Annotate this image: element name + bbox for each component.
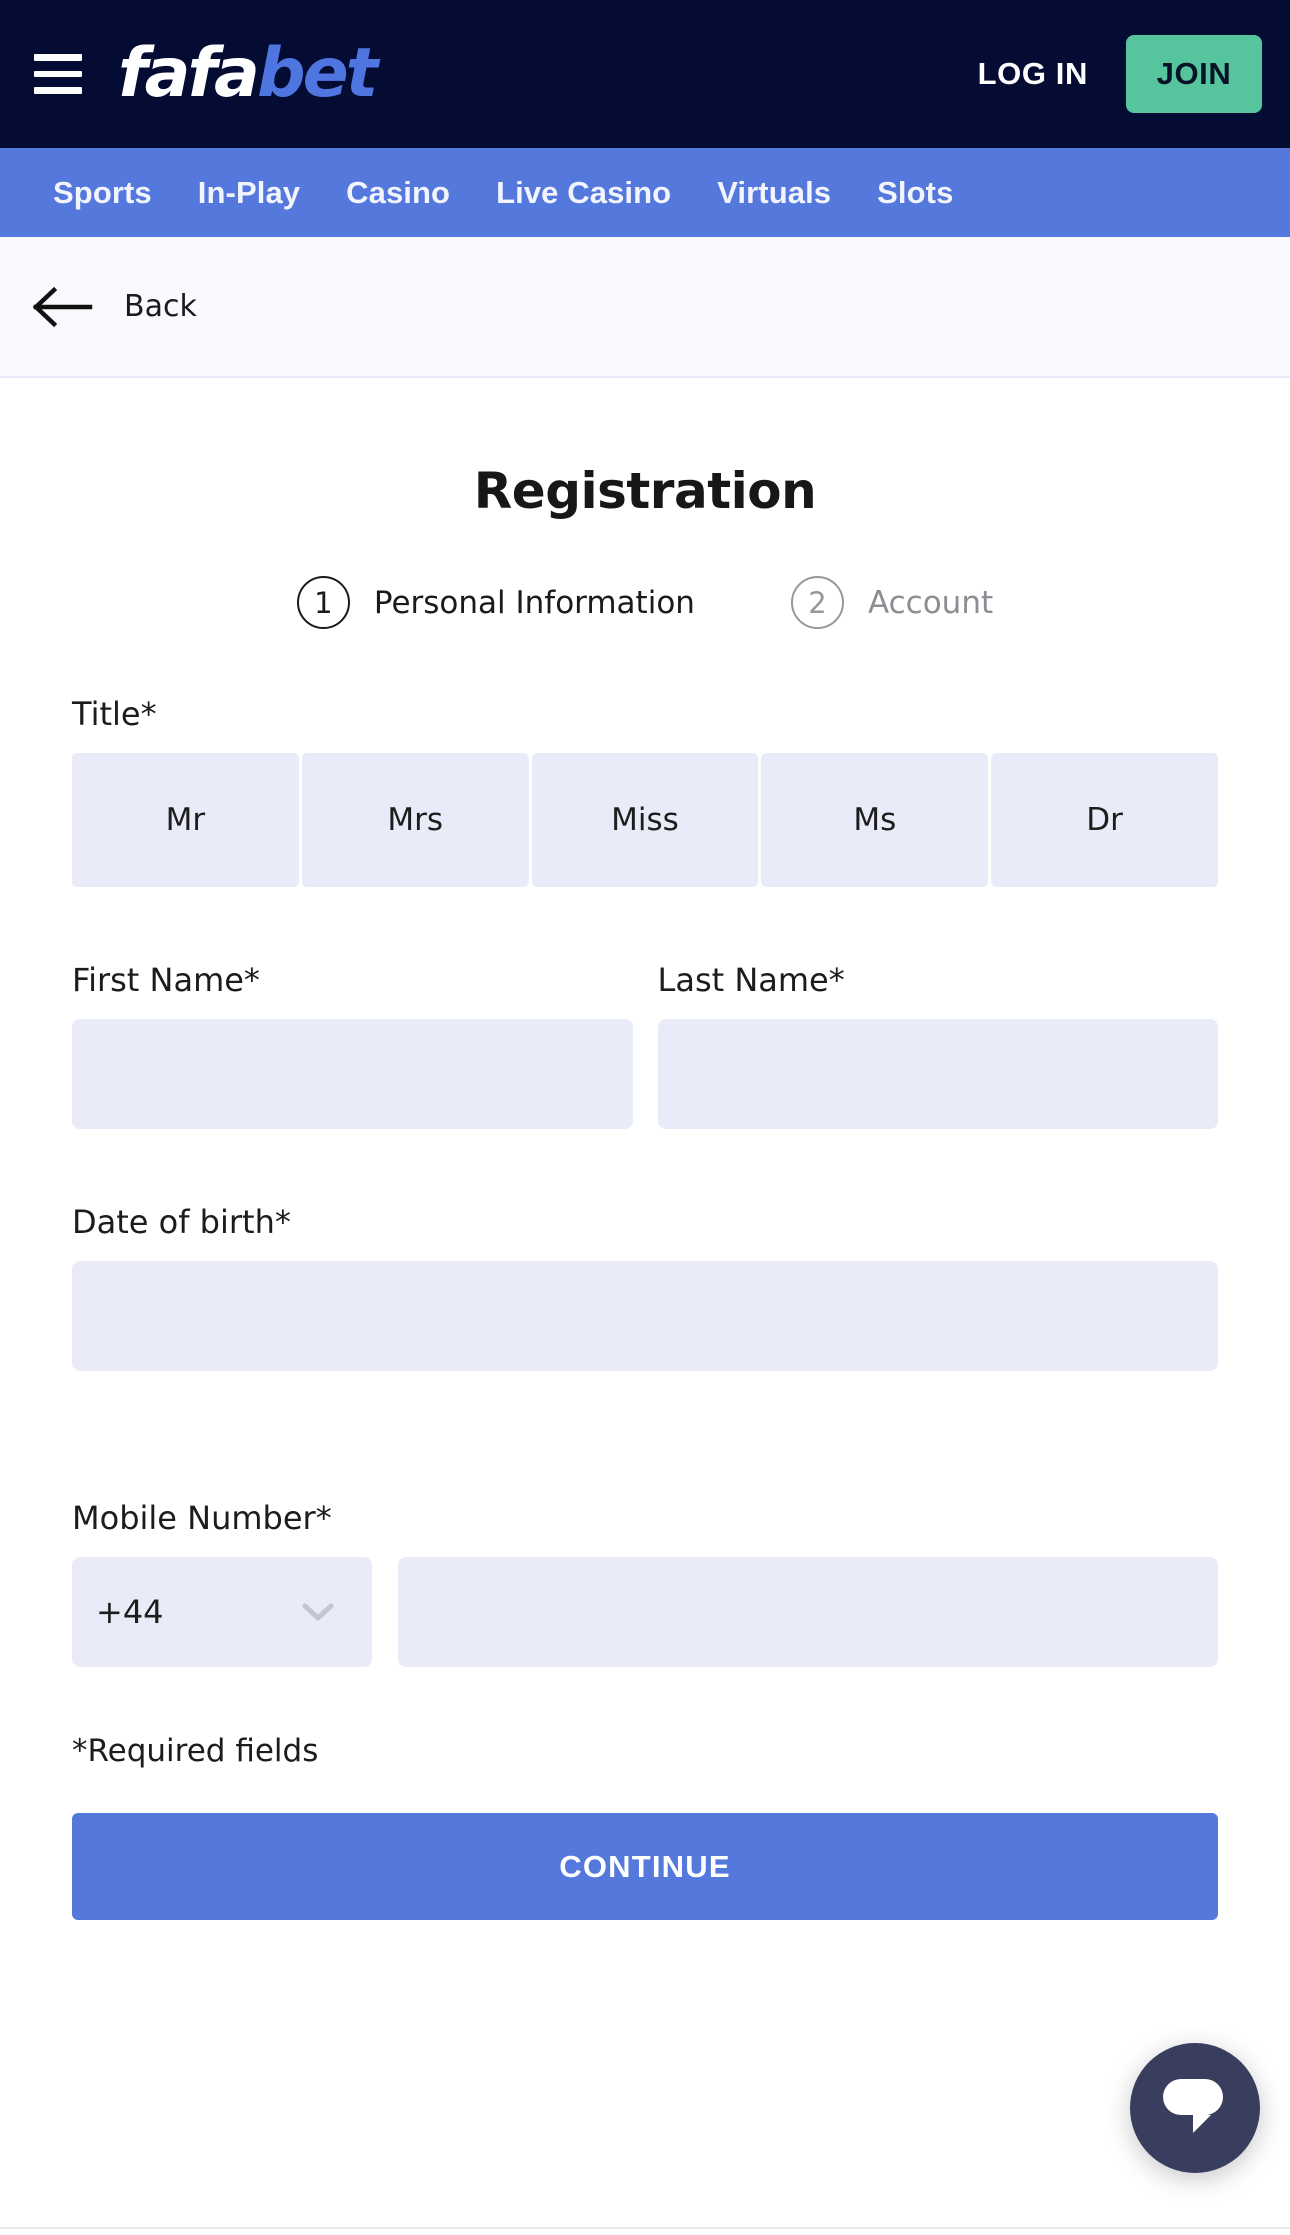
back-bar[interactable]: Back — [0, 237, 1290, 378]
page-bottom-edge — [0, 2227, 1290, 2235]
hamburger-menu-icon[interactable] — [34, 54, 82, 95]
login-button[interactable]: LOG IN — [962, 46, 1104, 102]
logo-text-secondary: bet — [256, 34, 378, 113]
step-label-2: Account — [867, 584, 994, 621]
last-name-input[interactable] — [657, 1019, 1218, 1129]
dob-group: Date of birth* — [72, 1203, 1218, 1371]
last-name-group: Last Name* — [657, 961, 1218, 1129]
registration-form: Registration 1 Personal Information 2 Ac… — [0, 378, 1290, 1920]
chat-bubble-icon — [1163, 2079, 1223, 2133]
title-field-label: Title* — [72, 695, 157, 733]
registration-page: fafa bet LOG IN JOIN Sports In-Play Casin… — [0, 0, 1290, 2235]
site-header: fafa bet LOG IN JOIN — [0, 0, 1290, 148]
step-label-1: Personal Information — [373, 584, 695, 621]
country-code-value: +44 — [96, 1593, 164, 1631]
name-fields-row: First Name* Last Name* — [72, 961, 1218, 1129]
title-options-row: Mr Mrs Miss Ms Dr — [72, 753, 1218, 887]
title-option-miss[interactable]: Miss — [531, 753, 759, 887]
nav-item-sports[interactable]: Sports — [30, 175, 175, 211]
mobile-label: Mobile Number* — [72, 1499, 332, 1537]
last-name-label: Last Name* — [657, 961, 845, 999]
nav-item-live-casino[interactable]: Live Casino — [473, 175, 694, 211]
mobile-input-row: +44 — [72, 1557, 1218, 1667]
mobile-group: Mobile Number* +44 — [72, 1499, 1218, 1667]
title-option-mrs[interactable]: Mrs — [301, 753, 529, 887]
main-navigation: Sports In-Play Casino Live Casino Virtua… — [0, 148, 1290, 237]
first-name-input[interactable] — [72, 1019, 633, 1129]
nav-item-casino[interactable]: Casino — [323, 175, 473, 211]
dob-input[interactable] — [72, 1261, 1218, 1371]
hamburger-bar — [34, 87, 82, 95]
title-option-dr[interactable]: Dr — [991, 753, 1218, 887]
first-name-label: First Name* — [72, 961, 260, 999]
site-logo[interactable]: fafa bet — [118, 34, 378, 113]
join-button[interactable]: JOIN — [1126, 35, 1262, 113]
step-number-2: 2 — [790, 576, 844, 629]
arrow-left-icon — [32, 286, 93, 327]
country-code-select[interactable]: +44 — [72, 1557, 372, 1667]
hamburger-bar — [34, 54, 82, 61]
title-option-ms[interactable]: Ms — [761, 753, 989, 887]
page-title: Registration — [473, 462, 817, 520]
logo-text-primary: fafa — [118, 34, 260, 113]
step-indicator: 1 Personal Information 2 Account — [72, 576, 1218, 629]
chat-widget-button[interactable] — [1130, 2043, 1260, 2173]
nav-item-slots[interactable]: Slots — [854, 175, 976, 211]
continue-button[interactable]: CONTINUE — [72, 1813, 1218, 1920]
chevron-down-icon — [302, 1603, 334, 1621]
dob-label: Date of birth* — [72, 1203, 291, 1241]
first-name-group: First Name* — [72, 961, 633, 1129]
hamburger-bar — [34, 70, 82, 78]
step-number-1: 1 — [296, 576, 350, 629]
title-option-mr[interactable]: Mr — [72, 753, 299, 887]
nav-item-in-play[interactable]: In-Play — [175, 175, 323, 211]
required-fields-note: *Required fields — [72, 1733, 319, 1769]
title-field-group: Title* Mr Mrs Miss Ms Dr — [72, 695, 1218, 887]
step-account[interactable]: 2 Account — [790, 576, 994, 629]
step-personal-information[interactable]: 1 Personal Information — [296, 576, 695, 629]
mobile-number-input[interactable] — [398, 1557, 1218, 1667]
back-label: Back — [124, 289, 197, 324]
nav-item-virtuals[interactable]: Virtuals — [694, 175, 854, 211]
